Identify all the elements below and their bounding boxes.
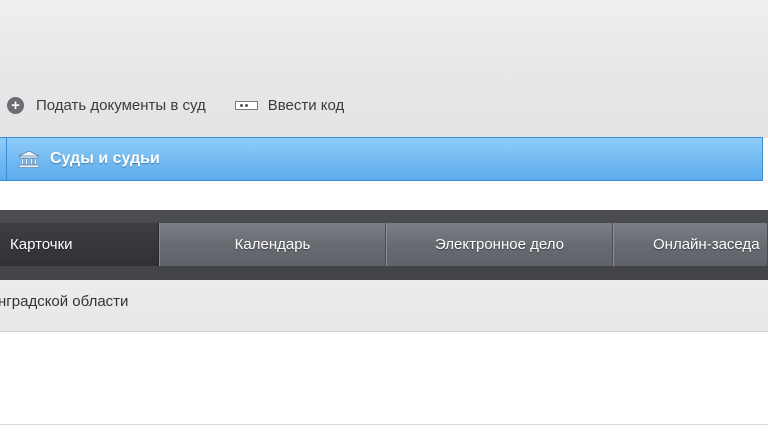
header-actions: + Подать документы в суд Ввести код: [0, 92, 344, 118]
courthouse-icon: [17, 150, 41, 168]
tab-calendar-label: Календарь: [234, 236, 311, 253]
courts-and-judges-bar[interactable]: Суды и судьи: [0, 137, 763, 181]
tab-cards[interactable]: Карточки: [0, 223, 159, 266]
divider: [0, 424, 768, 425]
submit-documents-link[interactable]: + Подать документы в суд: [7, 96, 206, 114]
tabs: Карточки Календарь Электронное дело Онла…: [0, 223, 768, 266]
tab-electronic-case[interactable]: Электронное дело: [386, 223, 613, 266]
plus-circle-icon: +: [7, 96, 24, 114]
tab-calendar[interactable]: Календарь: [159, 223, 386, 266]
region-label: нградской области: [0, 293, 129, 310]
tab-electronic-case-label: Электронное дело: [435, 236, 564, 253]
enter-code-label: Ввести код: [267, 96, 345, 114]
courts-and-judges-label: Суды и судьи: [50, 150, 160, 167]
enter-code-link[interactable]: Ввести код: [234, 96, 345, 114]
tab-online-hearing[interactable]: Онлайн-заседа: [613, 223, 768, 266]
blue-bar-edge: [6, 137, 7, 181]
submit-documents-label: Подать документы в суд: [36, 96, 206, 114]
region-row: нградской области: [0, 280, 768, 332]
tab-online-hearing-label: Онлайн-заседа: [653, 236, 760, 253]
tab-cards-label: Карточки: [10, 236, 73, 253]
code-entry-icon: [234, 100, 258, 110]
